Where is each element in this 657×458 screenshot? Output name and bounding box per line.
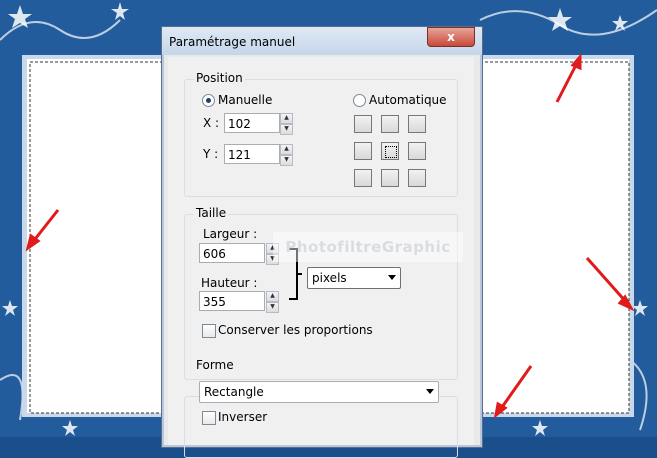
dialog-title: Paramétrage manuel — [169, 35, 296, 49]
x-spinner[interactable]: ▲ ▼ — [280, 113, 293, 135]
y-spinner[interactable]: ▲ ▼ — [280, 144, 293, 166]
unit-select[interactable]: pixels — [307, 267, 401, 289]
shape-select[interactable]: Rectangle — [199, 381, 439, 403]
shape-group — [184, 396, 458, 458]
anchor-middle-left[interactable] — [354, 142, 372, 160]
position-legend: Position — [194, 71, 245, 85]
close-button[interactable]: x — [427, 27, 475, 47]
x-spin-up-icon[interactable]: ▲ — [280, 113, 293, 124]
unit-select-value: pixels — [312, 271, 347, 285]
anchor-center[interactable] — [381, 142, 399, 160]
manual-settings-dialog: Paramétrage manuel x Position Manuelle A… — [161, 26, 483, 458]
manual-radio-label[interactable]: Manuelle — [218, 93, 272, 107]
anchor-bottom-center[interactable] — [381, 169, 399, 187]
height-spin-down-icon[interactable]: ▼ — [266, 302, 279, 313]
width-label: Largeur : — [203, 227, 258, 241]
anchor-top-center[interactable] — [381, 115, 399, 133]
height-label: Hauteur : — [201, 276, 258, 290]
height-input[interactable]: 355 — [199, 291, 265, 311]
x-label: X : — [203, 116, 220, 130]
shape-select-value: Rectangle — [204, 385, 264, 399]
x-input[interactable]: 102 — [224, 113, 280, 133]
automatic-radio[interactable] — [353, 94, 366, 107]
title-bar[interactable]: Paramétrage manuel x — [162, 27, 482, 55]
y-spin-down-icon[interactable]: ▼ — [280, 155, 293, 166]
anchor-top-left[interactable] — [354, 115, 372, 133]
automatic-radio-label[interactable]: Automatique — [369, 93, 447, 107]
shape-legend: Forme — [194, 358, 236, 372]
anchor-bottom-right[interactable] — [408, 169, 426, 187]
invert-label[interactable]: Inverser — [218, 410, 267, 424]
y-input[interactable]: 121 — [224, 144, 280, 164]
chevron-down-icon[interactable] — [426, 389, 434, 394]
height-spin-up-icon[interactable]: ▲ — [266, 291, 279, 302]
anchor-bottom-left[interactable] — [354, 169, 372, 187]
dialog-content: Position Manuelle Automatique X : 102 ▲ ▼… — [168, 57, 474, 458]
anchor-top-right[interactable] — [408, 115, 426, 133]
x-spin-down-icon[interactable]: ▼ — [280, 124, 293, 135]
y-spin-up-icon[interactable]: ▲ — [280, 144, 293, 155]
invert-checkbox[interactable] — [202, 411, 216, 425]
keep-ratio-checkbox[interactable] — [202, 324, 216, 338]
keep-ratio-label[interactable]: Conserver les proportions — [218, 323, 373, 337]
width-input[interactable]: 606 — [199, 243, 265, 263]
anchor-middle-right[interactable] — [408, 142, 426, 160]
y-label: Y : — [203, 147, 219, 161]
size-legend: Taille — [194, 206, 229, 220]
manual-radio[interactable] — [202, 94, 215, 107]
height-spinner[interactable]: ▲ ▼ — [266, 291, 279, 313]
watermark: PhotofiltreGraphic — [273, 232, 463, 262]
chevron-down-icon — [388, 275, 396, 280]
